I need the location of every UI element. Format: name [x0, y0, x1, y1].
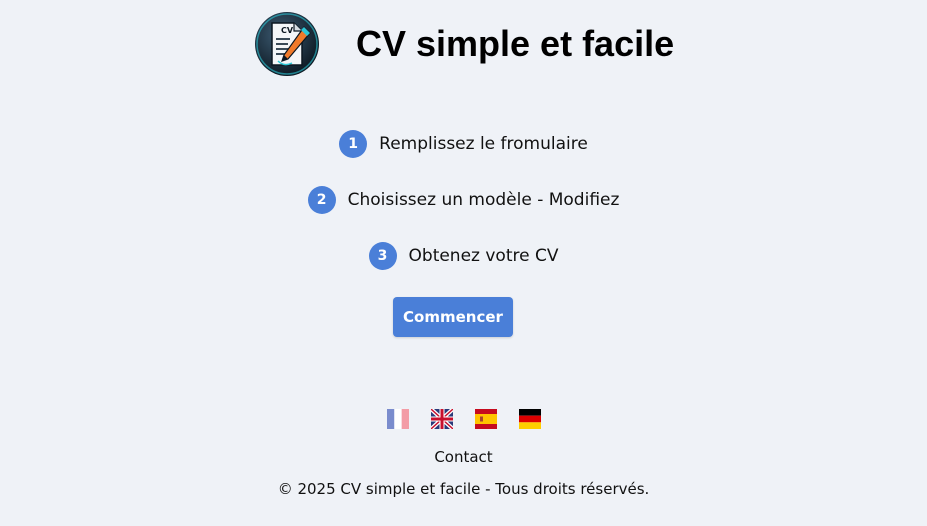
cv-logo-icon: CV: [255, 12, 319, 76]
step-number-badge: 2: [307, 186, 336, 214]
page-title: CV simple et facile: [356, 23, 675, 64]
step-1: 1 Remplissez le fromulaire: [0, 130, 927, 158]
step-3: 3 Obtenez votre CV: [0, 242, 927, 270]
flag-uk-icon[interactable]: [430, 409, 453, 429]
step-label: Choisissez un modèle - Modifiez: [347, 190, 620, 210]
step-label: Remplissez le fromulaire: [379, 134, 588, 154]
svg-text:CV: CV: [281, 26, 294, 35]
flag-de-icon[interactable]: [518, 409, 541, 429]
start-button[interactable]: Commencer: [393, 297, 513, 337]
step-label: Obtenez votre CV: [408, 246, 559, 266]
step-2: 2 Choisissez un modèle - Modifiez: [0, 186, 927, 214]
flag-es-icon[interactable]: [474, 409, 497, 429]
header: CV CV simple et facile: [0, 10, 927, 78]
step-number-badge: 1: [339, 130, 368, 158]
contact-link[interactable]: Contact: [0, 448, 927, 466]
step-number-badge: 3: [368, 242, 397, 270]
flag-fr-icon[interactable]: [386, 409, 409, 429]
language-selector: [0, 409, 927, 429]
copyright-text: © 2025 CV simple et facile - Tous droits…: [277, 480, 650, 498]
steps-list: 1 Remplissez le fromulaire 2 Choisissez …: [0, 130, 927, 298]
